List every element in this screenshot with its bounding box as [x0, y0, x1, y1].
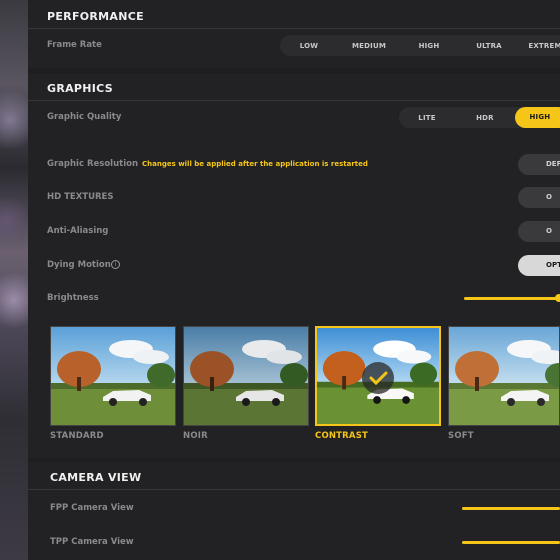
brightness-label: Brightness: [47, 293, 99, 303]
hd-textures-toggle[interactable]: O: [518, 187, 560, 208]
performance-title: PERFORMANCE: [47, 10, 144, 23]
quality-option-hdr[interactable]: HDR: [455, 114, 515, 122]
graphics-title: GRAPHICS: [47, 82, 113, 95]
camera-title: CAMERA VIEW: [50, 471, 142, 484]
restart-notice: Changes will be applied after the applic…: [142, 160, 368, 168]
anti-aliasing-toggle[interactable]: O: [518, 221, 560, 242]
quality-option-high[interactable]: HIGH: [514, 107, 560, 128]
tpp-camera-slider[interactable]: [462, 541, 560, 544]
blurred-background: [0, 0, 28, 560]
filter-thumbnail-soft[interactable]: [448, 326, 560, 426]
selected-check-icon: [362, 362, 394, 394]
filter-label-soft: SOFT: [448, 431, 474, 441]
camera-section: CAMERA VIEW FPP Camera View TPP Camera V…: [28, 462, 560, 560]
performance-section: PERFORMANCE Frame Rate LOW MEDIUM HIGH U…: [28, 0, 560, 68]
settings-screen: PERFORMANCE Frame Rate LOW MEDIUM HIGH U…: [0, 0, 560, 560]
graphic-quality-label: Graphic Quality: [47, 112, 122, 122]
filter-label-standard: STANDARD: [50, 431, 104, 441]
filter-thumbnail-noir[interactable]: [183, 326, 309, 426]
frame-rate-selector: LOW MEDIUM HIGH ULTRA EXTREM: [280, 35, 560, 56]
brightness-slider-track[interactable]: [464, 297, 560, 300]
info-icon[interactable]: i: [111, 260, 120, 269]
dying-motion-label: Dying Motion: [47, 260, 111, 270]
quality-option-lite[interactable]: LITE: [399, 114, 455, 122]
divider: [28, 28, 560, 29]
divider: [28, 100, 560, 101]
brightness-slider-thumb[interactable]: [555, 294, 560, 302]
scene-image: [449, 327, 559, 425]
scene-image: [51, 327, 175, 425]
frame-rate-option-medium[interactable]: MEDIUM: [338, 42, 400, 50]
frame-rate-option-low[interactable]: LOW: [280, 42, 338, 50]
anti-aliasing-label: Anti-Aliasing: [47, 226, 109, 236]
graphic-resolution-toggle[interactable]: DEF: [518, 154, 560, 175]
filter-label-noir: NOIR: [183, 431, 208, 441]
dying-motion-toggle[interactable]: OPTI: [518, 255, 560, 276]
filter-thumbnail-contrast[interactable]: [315, 326, 441, 426]
graphic-resolution-label: Graphic Resolution: [47, 159, 138, 169]
fpp-camera-slider[interactable]: [462, 507, 560, 510]
filter-label-contrast: CONTRAST: [315, 431, 369, 441]
fpp-camera-label: FPP Camera View: [50, 503, 134, 513]
settings-panel: PERFORMANCE Frame Rate LOW MEDIUM HIGH U…: [28, 0, 560, 560]
filter-thumbnail-standard[interactable]: [50, 326, 176, 426]
frame-rate-option-high[interactable]: HIGH: [400, 42, 458, 50]
tpp-camera-label: TPP Camera View: [50, 537, 134, 547]
hd-textures-label: HD TEXTURES: [47, 192, 114, 202]
scene-image: [184, 327, 308, 425]
frame-rate-option-ultra[interactable]: ULTRA: [458, 42, 520, 50]
frame-rate-option-extreme[interactable]: EXTREM: [520, 42, 560, 50]
graphic-quality-selector: LITE HDR HIGH: [399, 107, 560, 128]
divider: [28, 489, 560, 490]
frame-rate-label: Frame Rate: [47, 40, 102, 50]
